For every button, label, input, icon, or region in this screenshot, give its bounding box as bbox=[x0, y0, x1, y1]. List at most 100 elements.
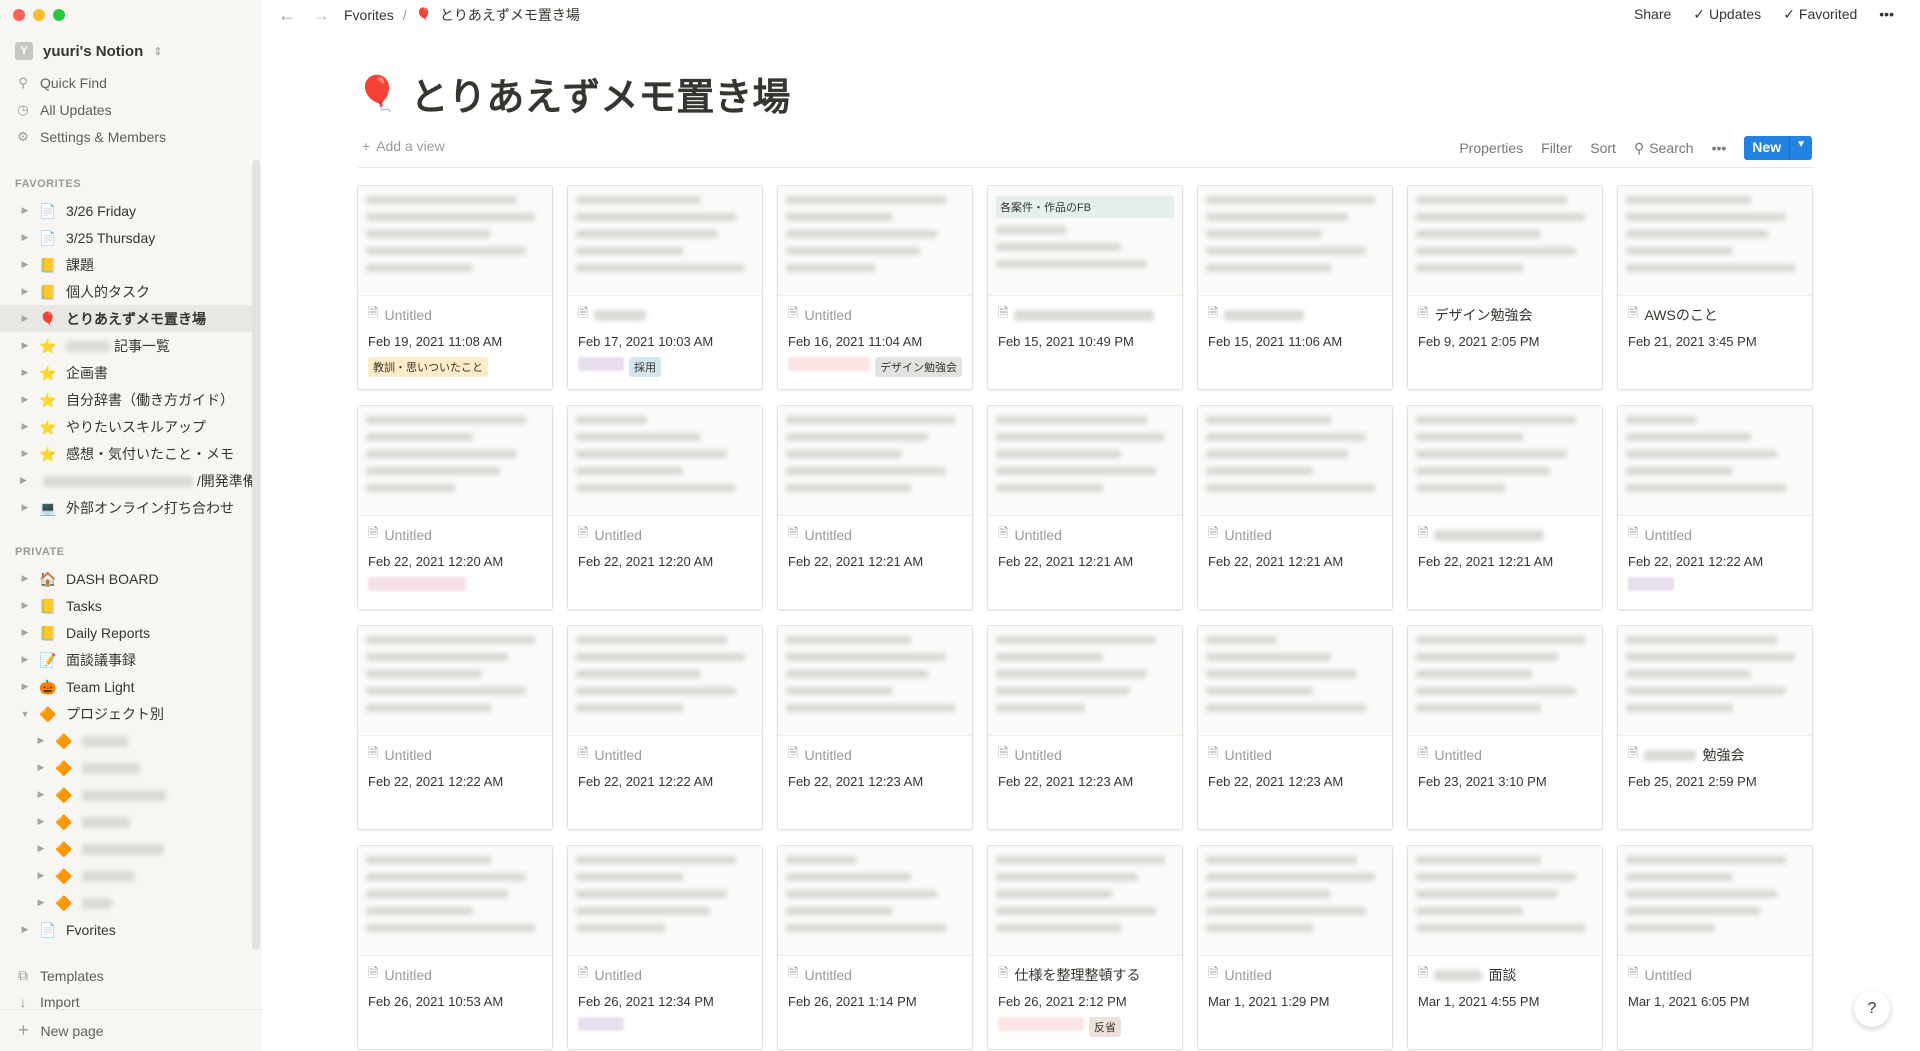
sidebar-item[interactable]: ▶ ⭐ 企画書 bbox=[0, 359, 252, 386]
sidebar-item[interactable]: ▶ ⭐ 自分辞書（働き方ガイド） bbox=[0, 386, 252, 413]
minimize-window-button[interactable] bbox=[33, 9, 45, 21]
new-button-label[interactable]: New bbox=[1744, 136, 1789, 160]
sidebar-item[interactable]: ▶ /開発準備 bbox=[0, 467, 257, 494]
search-button[interactable]: ⚲ Search bbox=[1634, 140, 1694, 157]
expand-right-icon[interactable]: ▶ bbox=[20, 502, 30, 513]
zoom-window-button[interactable] bbox=[53, 9, 65, 21]
gallery-card[interactable]: 🗎 AWSのこと Feb 21, 2021 3:45 PM bbox=[1617, 185, 1813, 390]
gallery-card[interactable]: 🗎 Untitled Feb 22, 2021 12:23 AM bbox=[777, 625, 973, 830]
gallery-card[interactable]: 🗎 Untitled Feb 22, 2021 12:22 AM bbox=[357, 625, 553, 830]
all-updates-button[interactable]: ◷ All Updates bbox=[16, 99, 111, 121]
sidebar-item[interactable]: ▶ 💻 外部オンライン打ち合わせ bbox=[0, 494, 252, 521]
expand-right-icon[interactable]: ▶ bbox=[20, 367, 30, 378]
expand-right-icon[interactable]: ▶ bbox=[20, 286, 30, 297]
gallery-card[interactable]: 🗎 Untitled Feb 23, 2021 3:10 PM bbox=[1407, 625, 1603, 830]
sidebar-item[interactable]: ▶ 📒 Tasks bbox=[0, 592, 252, 619]
close-window-button[interactable] bbox=[13, 9, 25, 21]
expand-right-icon[interactable]: ▶ bbox=[20, 421, 30, 432]
sidebar-item[interactable]: ▶ 🔶 bbox=[0, 862, 252, 889]
expand-right-icon[interactable]: ▶ bbox=[36, 816, 46, 827]
sidebar-item[interactable]: ▶ 📒 個人的タスク bbox=[0, 278, 252, 305]
forward-arrow-icon[interactable]: → bbox=[312, 5, 330, 26]
sidebar-item[interactable]: ▶ 📄 Fvorites bbox=[0, 916, 252, 943]
sidebar-item[interactable]: ▶ 🎃 Team Light bbox=[0, 673, 252, 700]
more-button[interactable]: ••• bbox=[1879, 6, 1894, 23]
expand-right-icon[interactable]: ▶ bbox=[20, 627, 30, 638]
expand-right-icon[interactable]: ▶ bbox=[20, 681, 30, 692]
sidebar-item[interactable]: ▶ 📄 3/26 Friday bbox=[0, 197, 252, 224]
gallery-card[interactable]: 🗎 Untitled Mar 1, 2021 6:05 PM bbox=[1617, 845, 1813, 1050]
expand-right-icon[interactable]: ▶ bbox=[36, 762, 46, 773]
gallery-card[interactable]: 🗎 仕様を整理整頓する Feb 26, 2021 2:12 PM 反省 bbox=[987, 845, 1183, 1050]
sidebar-item[interactable]: ▶ 📒 Daily Reports bbox=[0, 619, 252, 646]
updates-button[interactable]: ✓ Updates bbox=[1693, 6, 1761, 23]
sidebar-item[interactable]: ▶ 🎈 とりあえずメモ置き場 bbox=[0, 305, 252, 332]
expand-right-icon[interactable]: ▶ bbox=[20, 340, 30, 351]
favorited-button[interactable]: ✓ Favorited bbox=[1783, 6, 1857, 23]
gallery-card[interactable]: 🗎 Untitled Feb 22, 2021 12:21 AM bbox=[1197, 405, 1393, 610]
sidebar-item[interactable]: ▶ 🏠 DASH BOARD bbox=[0, 565, 252, 592]
sidebar-item[interactable]: ▶ 📝 面談議事録 bbox=[0, 646, 252, 673]
new-page-button[interactable]: + New page bbox=[0, 1009, 262, 1051]
gallery-card[interactable]: 🗎 Untitled Feb 22, 2021 12:23 AM bbox=[1197, 625, 1393, 830]
expand-right-icon[interactable]: ▶ bbox=[20, 573, 30, 584]
gallery-card[interactable]: 🗎 勉強会 Feb 25, 2021 2:59 PM bbox=[1617, 625, 1813, 830]
gallery-card[interactable]: 🗎 Untitled Feb 26, 2021 1:14 PM bbox=[777, 845, 973, 1050]
gallery-card[interactable]: 🗎 Untitled Feb 19, 2021 11:08 AM 教訓・思いついたこと bbox=[357, 185, 553, 390]
expand-right-icon[interactable]: ▶ bbox=[36, 789, 46, 800]
sidebar-scrollbar[interactable] bbox=[252, 160, 260, 950]
gallery-card[interactable]: 🗎 Feb 22, 2021 12:21 AM bbox=[1407, 405, 1603, 610]
page-icon[interactable]: 🎈 bbox=[356, 74, 398, 114]
workspace-switcher[interactable]: Y yuuri's Notion ⇕ bbox=[15, 42, 162, 60]
page-title-text[interactable]: とりあえずメモ置き場 bbox=[410, 66, 790, 121]
page-title[interactable]: 🎈 とりあえずメモ置き場 bbox=[356, 66, 790, 121]
expand-right-icon[interactable]: ▶ bbox=[20, 600, 30, 611]
gallery-card[interactable]: 🗎 Untitled Feb 22, 2021 12:21 AM bbox=[777, 405, 973, 610]
expand-right-icon[interactable]: ▶ bbox=[20, 475, 27, 486]
settings-button[interactable]: ⚙ Settings & Members bbox=[16, 126, 166, 148]
expand-right-icon[interactable]: ▶ bbox=[20, 448, 30, 459]
view-more-button[interactable]: ••• bbox=[1712, 140, 1727, 156]
expand-right-icon[interactable]: ▶ bbox=[20, 394, 30, 405]
gallery-card[interactable]: 🗎 面談 Mar 1, 2021 4:55 PM bbox=[1407, 845, 1603, 1050]
expand-right-icon[interactable]: ▶ bbox=[20, 313, 30, 324]
gallery-card[interactable]: 🗎 デザイン勉強会 Feb 9, 2021 2:05 PM bbox=[1407, 185, 1603, 390]
sidebar-item[interactable]: ▶ 🔶 bbox=[0, 889, 252, 916]
new-button[interactable]: New ▼ bbox=[1744, 136, 1812, 160]
properties-button[interactable]: Properties bbox=[1459, 140, 1523, 156]
import-button[interactable]: ↓ Import bbox=[16, 994, 80, 1010]
sidebar-item[interactable]: ▼ 🔶 プロジェクト別 bbox=[0, 700, 252, 727]
gallery-card[interactable]: 🗎 Untitled Feb 22, 2021 12:23 AM bbox=[987, 625, 1183, 830]
sidebar-item[interactable]: ▶ 🔶 bbox=[0, 727, 252, 754]
gallery-card[interactable]: 🗎 Untitled Feb 16, 2021 11:04 AM デザイン勉強会 bbox=[777, 185, 973, 390]
expand-right-icon[interactable]: ▶ bbox=[20, 232, 30, 243]
gallery-card[interactable]: 🗎 Untitled Feb 22, 2021 12:21 AM bbox=[987, 405, 1183, 610]
gallery-card[interactable]: 各案件・作品のFB 🗎 Feb 15, 2021 10:49 PM bbox=[987, 185, 1183, 390]
gallery-card[interactable]: 🗎 Feb 15, 2021 11:06 AM bbox=[1197, 185, 1393, 390]
sidebar-item[interactable]: ▶ 🔶 bbox=[0, 754, 252, 781]
breadcrumb-item[interactable]: Fvorites bbox=[344, 7, 394, 23]
expand-right-icon[interactable]: ▶ bbox=[20, 924, 30, 935]
expand-right-icon[interactable]: ▶ bbox=[36, 843, 46, 854]
share-button[interactable]: Share bbox=[1634, 6, 1671, 23]
gallery-card[interactable]: 🗎 Untitled Feb 26, 2021 12:34 PM bbox=[567, 845, 763, 1050]
sidebar-item[interactable]: ▶ 📄 3/25 Thursday bbox=[0, 224, 252, 251]
gallery-card[interactable]: 🗎 Untitled Feb 22, 2021 12:22 AM bbox=[1617, 405, 1813, 610]
expand-right-icon[interactable]: ▶ bbox=[36, 735, 46, 746]
gallery-card[interactable]: 🗎 Untitled Feb 26, 2021 10:53 AM bbox=[357, 845, 553, 1050]
help-button[interactable]: ? bbox=[1854, 991, 1890, 1027]
gallery-card[interactable]: 🗎 Untitled Mar 1, 2021 1:29 PM bbox=[1197, 845, 1393, 1050]
sidebar-item[interactable]: ▶ ⭐ やりたいスキルアップ bbox=[0, 413, 252, 440]
add-view-button[interactable]: + Add a view bbox=[362, 138, 445, 154]
gallery-card[interactable]: 🗎 Untitled Feb 22, 2021 12:22 AM bbox=[567, 625, 763, 830]
sidebar-item[interactable]: ▶ 🔶 bbox=[0, 808, 252, 835]
expand-right-icon[interactable]: ▶ bbox=[36, 897, 46, 908]
chevron-down-icon[interactable]: ▼ bbox=[1789, 136, 1812, 160]
sidebar-item[interactable]: ▶ 📒 課題 bbox=[0, 251, 252, 278]
expand-right-icon[interactable]: ▶ bbox=[20, 654, 30, 665]
filter-button[interactable]: Filter bbox=[1541, 140, 1572, 156]
templates-button[interactable]: ⧉ Templates bbox=[16, 967, 104, 984]
sidebar-item[interactable]: ▶ 🔶 bbox=[0, 835, 252, 862]
sidebar-item[interactable]: ▶ 🔶 bbox=[0, 781, 252, 808]
expand-right-icon[interactable]: ▶ bbox=[20, 259, 30, 270]
